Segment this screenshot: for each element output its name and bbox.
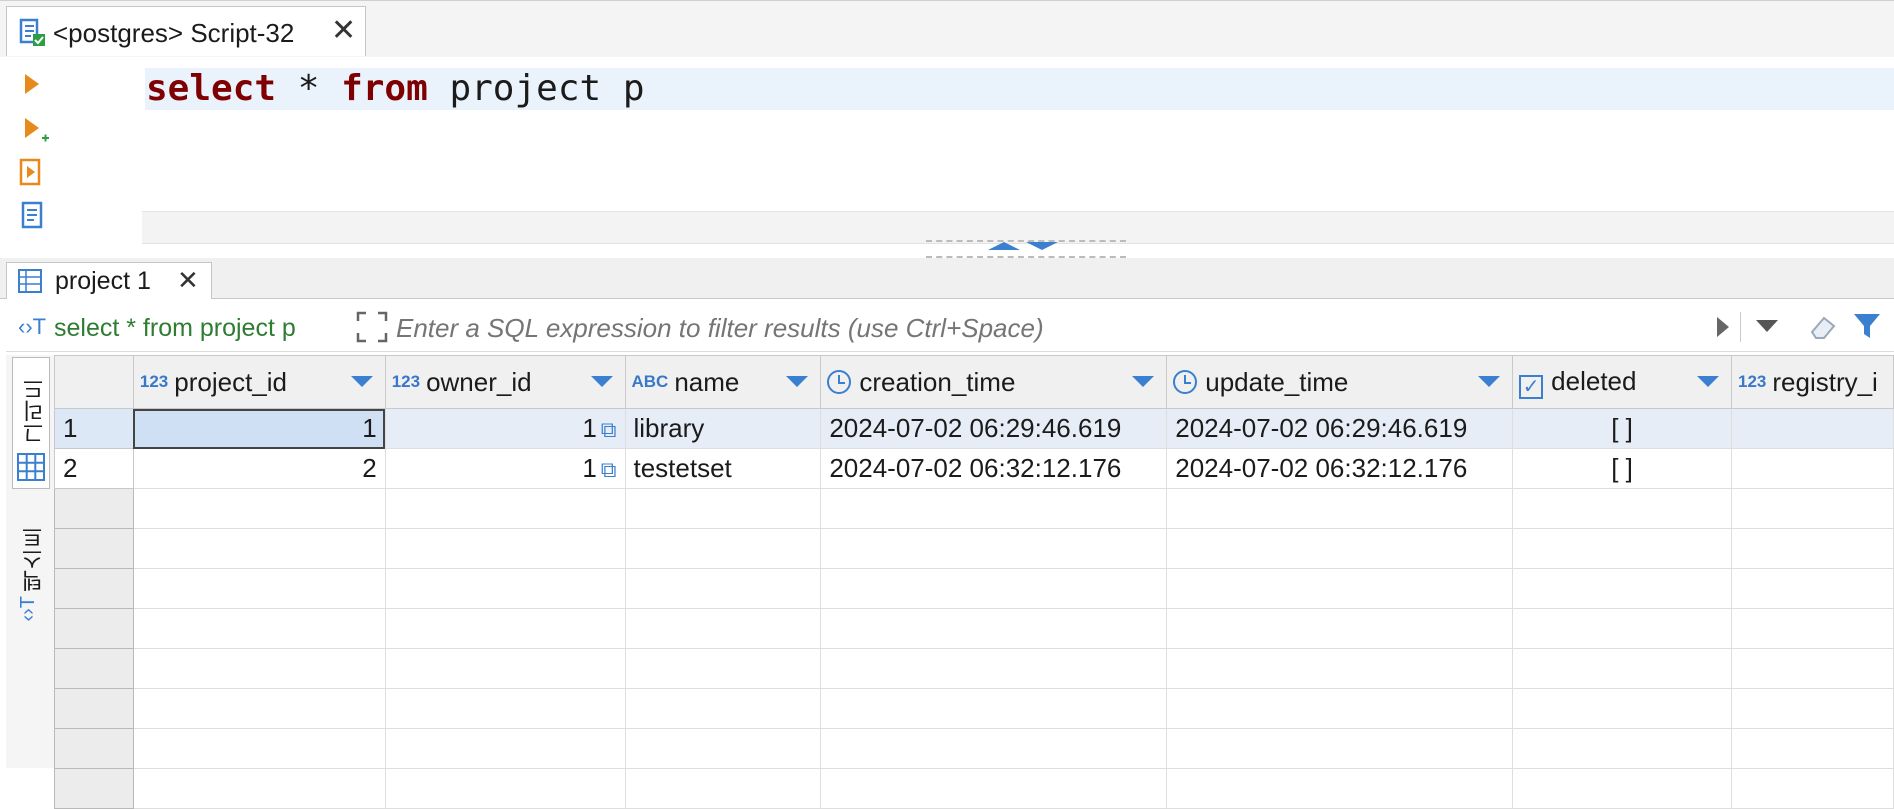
filter-funnel-icon[interactable] [1852,311,1882,341]
sql-keyword-from: from [341,68,428,109]
column-header-name[interactable]: ABC name [624,355,822,409]
panel-resize-sash[interactable] [926,240,1126,258]
numeric-type-icon: 123 [1737,371,1767,391]
result-table: 123 project_id 123 owner_id ABC name creati… [54,355,1894,809]
table-icon [18,269,42,293]
text-view-icon: ‹›T [17,596,39,622]
grid-icon [17,453,45,481]
foreign-key-link-icon[interactable]: ⧉ [601,417,617,442]
empty-row [54,528,1894,569]
cell-owner-id[interactable]: 1 ⧉ [384,408,626,449]
sort-dropdown-icon[interactable] [786,376,809,387]
text-view-label: 텍스트 [21,526,46,592]
cell-registry[interactable] [1730,448,1894,489]
column-name: owner_id [426,366,532,397]
cell-name[interactable]: library [624,408,822,449]
results-tab-bar [0,258,1894,299]
checkbox-icon: ✓ [1519,374,1544,399]
grid-view-tab[interactable]: 그리드 [12,357,50,489]
numeric-type-icon: 123 [139,371,169,391]
table-row[interactable]: 1 1 1 ⧉ library 2024-07-02 06:29:46.619 2… [54,408,1894,449]
sort-dropdown-icon[interactable] [1132,376,1155,387]
cell-deleted[interactable]: [ ] [1512,448,1732,489]
foreign-key-link-icon[interactable]: ⧉ [601,457,617,482]
text-view-tab[interactable]: 텍스트 ‹›T [12,520,50,630]
column-name: name [674,366,740,397]
execute-script-icon[interactable] [17,157,47,189]
column-name: project_id [174,366,287,397]
filter-divider [1740,312,1741,342]
empty-row [54,768,1894,809]
empty-row [54,688,1894,729]
sort-dropdown-icon[interactable] [350,376,373,387]
row-number-header[interactable] [54,355,134,409]
column-header-owner-id[interactable]: 123 owner_id [384,355,626,409]
empty-row [54,728,1894,769]
cell-creation-time[interactable]: 2024-07-02 06:29:46.619 [820,408,1168,449]
empty-row [54,608,1894,649]
cell-project-id[interactable]: 1 [132,408,386,449]
cell-name[interactable]: testetset [624,448,822,489]
row-number[interactable]: 1 [54,408,134,449]
cell-creation-time[interactable]: 2024-07-02 06:32:12.176 [820,448,1168,489]
sql-table-ref: project p [427,68,645,109]
clock-icon [827,369,852,394]
column-header-deleted[interactable]: ✓ deleted [1512,355,1732,409]
sql-keyword-select: select [146,68,277,109]
empty-row [54,488,1894,529]
cell-value: 1 [582,453,597,483]
close-results-tab-icon[interactable]: ✕ [177,267,199,293]
filter-input[interactable] [396,310,1696,346]
filter-history-dropdown-icon[interactable] [1754,318,1780,334]
results-tab-title: project 1 [55,267,151,295]
sash-arrows-icon[interactable] [988,240,1058,254]
cell-project-id[interactable]: 2 [132,448,386,489]
editor-tab-title: <postgres> Script-32 [53,18,295,48]
execute-in-new-tab-icon[interactable] [22,116,50,146]
column-header-update-time[interactable]: update_time [1166,355,1514,409]
column-name: creation_time [859,366,1016,397]
close-tab-icon[interactable]: ✕ [331,16,356,46]
column-header-project-id[interactable]: 123 project_id [132,355,386,409]
empty-row [54,568,1894,609]
table-row[interactable]: 2 2 1 ⧉ testetset 2024-07-02 06:32:12.176… [54,448,1894,489]
result-grid[interactable]: 123 project_id 123 owner_id ABC name creati… [54,355,1894,809]
cell-update-time[interactable]: 2024-07-02 06:29:46.619 [1166,408,1514,449]
sql-text-icon: ‹›T [18,314,47,339]
column-name: update_time [1205,366,1349,397]
numeric-type-icon: 123 [391,371,421,391]
apply-filter-icon[interactable] [1714,315,1732,339]
sql-script-icon [19,18,45,46]
column-header-registry[interactable]: 123 registry_i [1730,355,1894,409]
empty-row [54,648,1894,689]
eraser-icon[interactable] [1808,312,1840,342]
maximize-icon[interactable] [356,311,388,343]
execute-statement-icon[interactable] [22,72,42,96]
sql-code-line[interactable]: select * from project p [146,68,645,109]
text-type-icon: ABC [631,371,669,391]
column-header-creation-time[interactable]: creation_time [820,355,1168,409]
sort-dropdown-icon[interactable] [590,376,613,387]
sort-dropdown-icon[interactable] [1696,376,1719,387]
row-number[interactable]: 2 [54,448,134,489]
sort-dropdown-icon[interactable] [1478,376,1501,387]
editor-tab[interactable]: <postgres> Script-32 ✕ [6,6,366,56]
cell-update-time[interactable]: 2024-07-02 06:32:12.176 [1166,448,1514,489]
grid-view-label: 그리드 [22,378,47,444]
cell-deleted[interactable]: [ ] [1512,408,1732,449]
filter-current-query[interactable]: select * from project p [54,314,296,343]
sql-star: * [276,68,342,109]
clock-icon [1173,369,1198,394]
results-tab[interactable]: project 1 ✕ [6,262,212,299]
cell-value: 1 [582,413,597,443]
explain-plan-icon[interactable] [17,200,47,232]
cell-registry[interactable] [1730,408,1894,449]
header-row: 123 project_id 123 owner_id ABC name creati… [54,355,1894,409]
cell-owner-id[interactable]: 1 ⧉ [384,448,626,489]
column-name: registry_i [1772,366,1878,397]
column-name: deleted [1551,365,1637,396]
